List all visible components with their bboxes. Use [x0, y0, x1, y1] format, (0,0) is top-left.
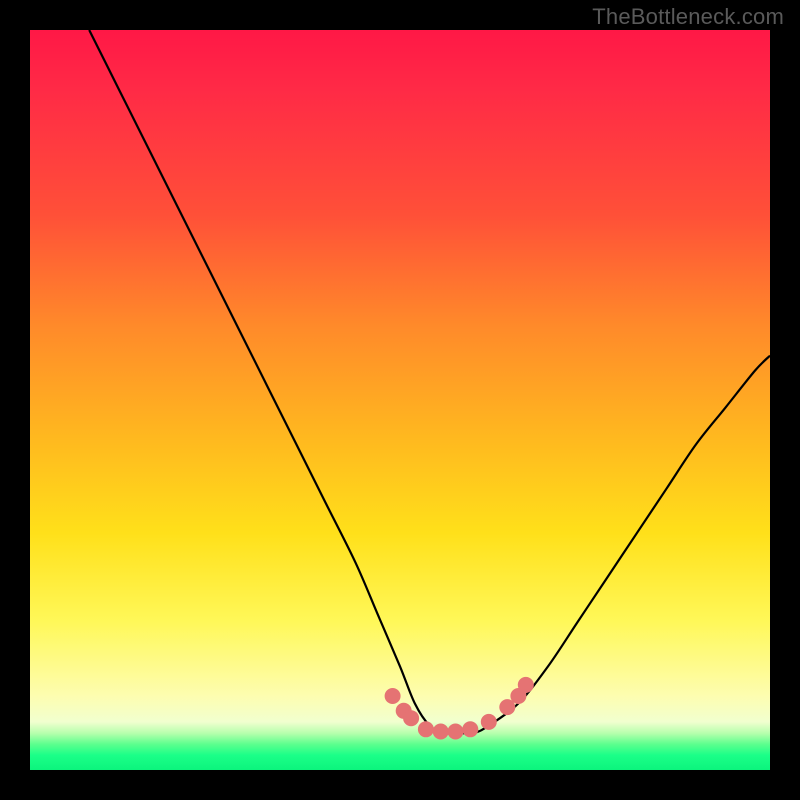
bottleneck-curve-path	[89, 30, 770, 734]
marker-flat-2	[433, 724, 449, 740]
marker-flat-1	[418, 721, 434, 737]
marker-left-cluster-3	[403, 710, 419, 726]
marker-right-gap-1	[481, 714, 497, 730]
bottleneck-curve-group	[89, 30, 770, 734]
marker-right-cluster-3	[518, 677, 534, 693]
marker-flat-4	[462, 721, 478, 737]
marker-left-cluster-1	[385, 688, 401, 704]
chart-plot-area	[30, 30, 770, 770]
chart-frame: TheBottleneck.com	[0, 0, 800, 800]
watermark-text: TheBottleneck.com	[592, 4, 784, 30]
chart-svg	[30, 30, 770, 770]
marker-flat-3	[448, 724, 464, 740]
